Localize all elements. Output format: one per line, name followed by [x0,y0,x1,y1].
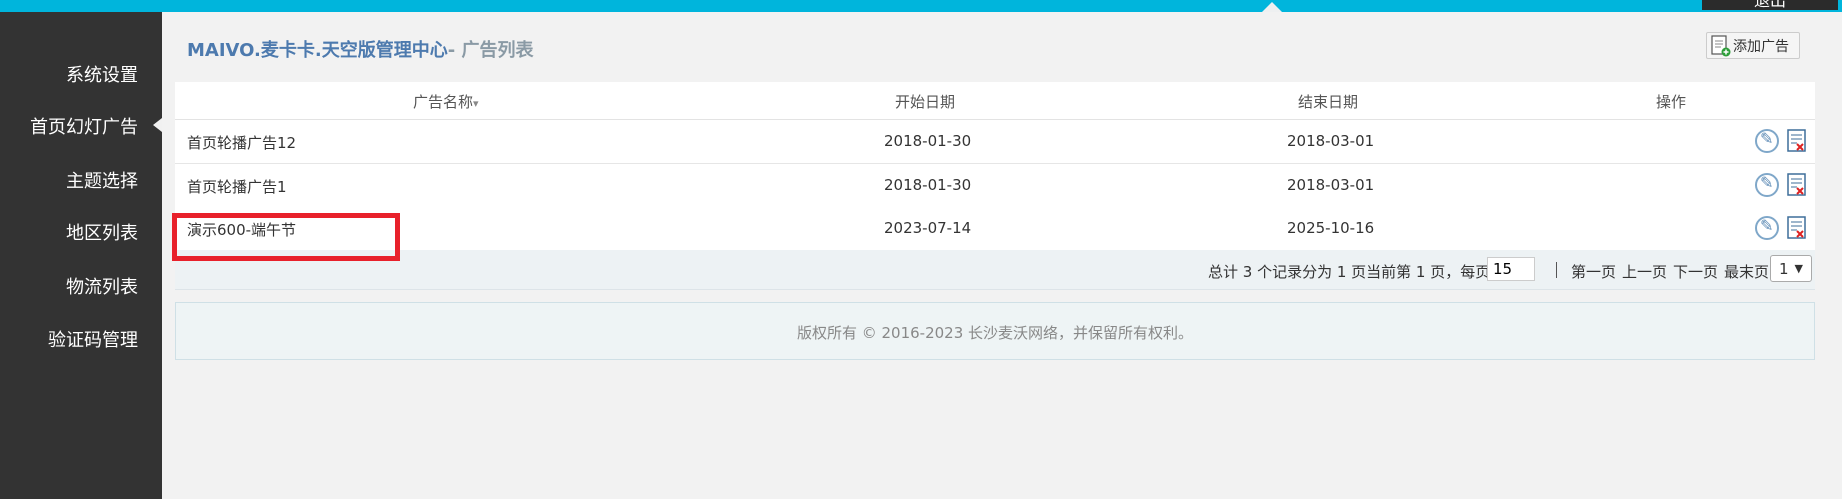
add-document-icon [1711,34,1731,57]
ad-name-cell: 首页轮播广告1 [187,178,287,196]
column-header-end-date: 结束日期 [1298,93,1359,111]
chevron-down-icon: ▼ [1794,262,1804,275]
logout-button[interactable]: 退出 [1702,0,1838,10]
topbar-notch [1262,2,1282,12]
per-page-input[interactable] [1487,257,1535,281]
end-date-cell: 2018-03-01 [1287,176,1375,194]
delete-icon[interactable] [1787,173,1807,197]
column-header-start-date: 开始日期 [895,93,956,111]
pagination-divider [1556,262,1557,278]
start-date-cell: 2018-01-30 [884,176,972,194]
sidebar-item-system-settings[interactable]: 系统设置 [66,61,138,87]
page-select[interactable]: 1 ▼ [1770,255,1812,282]
edit-icon[interactable] [1755,216,1779,240]
table-header: 广告名称▾ 开始日期 结束日期 操作 [175,82,1815,120]
page-title-sub: - 广告列表 [447,40,534,61]
copyright-text: 版权所有 © 2016-2023 长沙麦沃网络，并保留所有权利。 [796,324,1194,342]
table-row: 演示600-端午节 2023-07-14 2025-10-16 [175,207,1815,251]
ad-name-cell: 首页轮播广告12 [187,134,297,152]
next-page-link[interactable]: 下一页 [1673,261,1718,282]
page-select-value: 1 [1779,259,1789,278]
add-ad-button[interactable]: 添加广告 [1706,32,1800,59]
sidebar-item-region-list[interactable]: 地区列表 [66,219,138,245]
pagination-bar: 总计 3 个记录分为 1 页当前第 1 页，每页 第一页 上一页 下一页 最末页… [175,250,1815,290]
sidebar-item-logistics-list[interactable]: 物流列表 [66,273,138,299]
sidebar-item-theme-select[interactable]: 主题选择 [66,167,138,193]
page-title: MAIVO.麦卡卡.天空版管理中心- 广告列表 [187,36,534,62]
sidebar-item-home-slide-ads[interactable]: 首页幻灯广告 [30,113,138,139]
page-title-main: MAIVO.麦卡卡.天空版管理中心 [187,40,448,61]
active-indicator-arrow [153,118,162,132]
table-row: 首页轮播广告12 2018-01-30 2018-03-01 [175,120,1815,164]
top-accent-bar [0,0,1842,12]
footer: 版权所有 © 2016-2023 长沙麦沃网络，并保留所有权利。 [175,302,1815,360]
table-row: 首页轮播广告1 2018-01-30 2018-03-01 [175,164,1815,208]
sidebar: 系统设置 首页幻灯广告 主题选择 地区列表 物流列表 验证码管理 [0,12,162,499]
edit-icon[interactable] [1755,129,1779,153]
edit-icon[interactable] [1755,173,1779,197]
column-header-actions: 操作 [1656,93,1687,111]
delete-icon[interactable] [1787,129,1807,153]
sort-down-icon: ▾ [473,97,479,110]
start-date-cell: 2023-07-14 [884,219,972,237]
column-header-ad-name[interactable]: 广告名称▾ [413,91,479,112]
last-page-link[interactable]: 最末页 [1724,261,1769,282]
start-date-cell: 2018-01-30 [884,132,972,150]
highlight-box [172,213,400,261]
prev-page-link[interactable]: 上一页 [1622,261,1667,282]
add-ad-button-label: 添加广告 [1733,38,1789,55]
first-page-link[interactable]: 第一页 [1571,261,1616,282]
end-date-cell: 2025-10-16 [1287,219,1375,237]
pagination-summary: 总计 3 个记录分为 1 页当前第 1 页，每页 [1208,263,1491,281]
sidebar-item-captcha-management[interactable]: 验证码管理 [48,326,138,352]
end-date-cell: 2018-03-01 [1287,132,1375,150]
delete-icon[interactable] [1787,216,1807,240]
